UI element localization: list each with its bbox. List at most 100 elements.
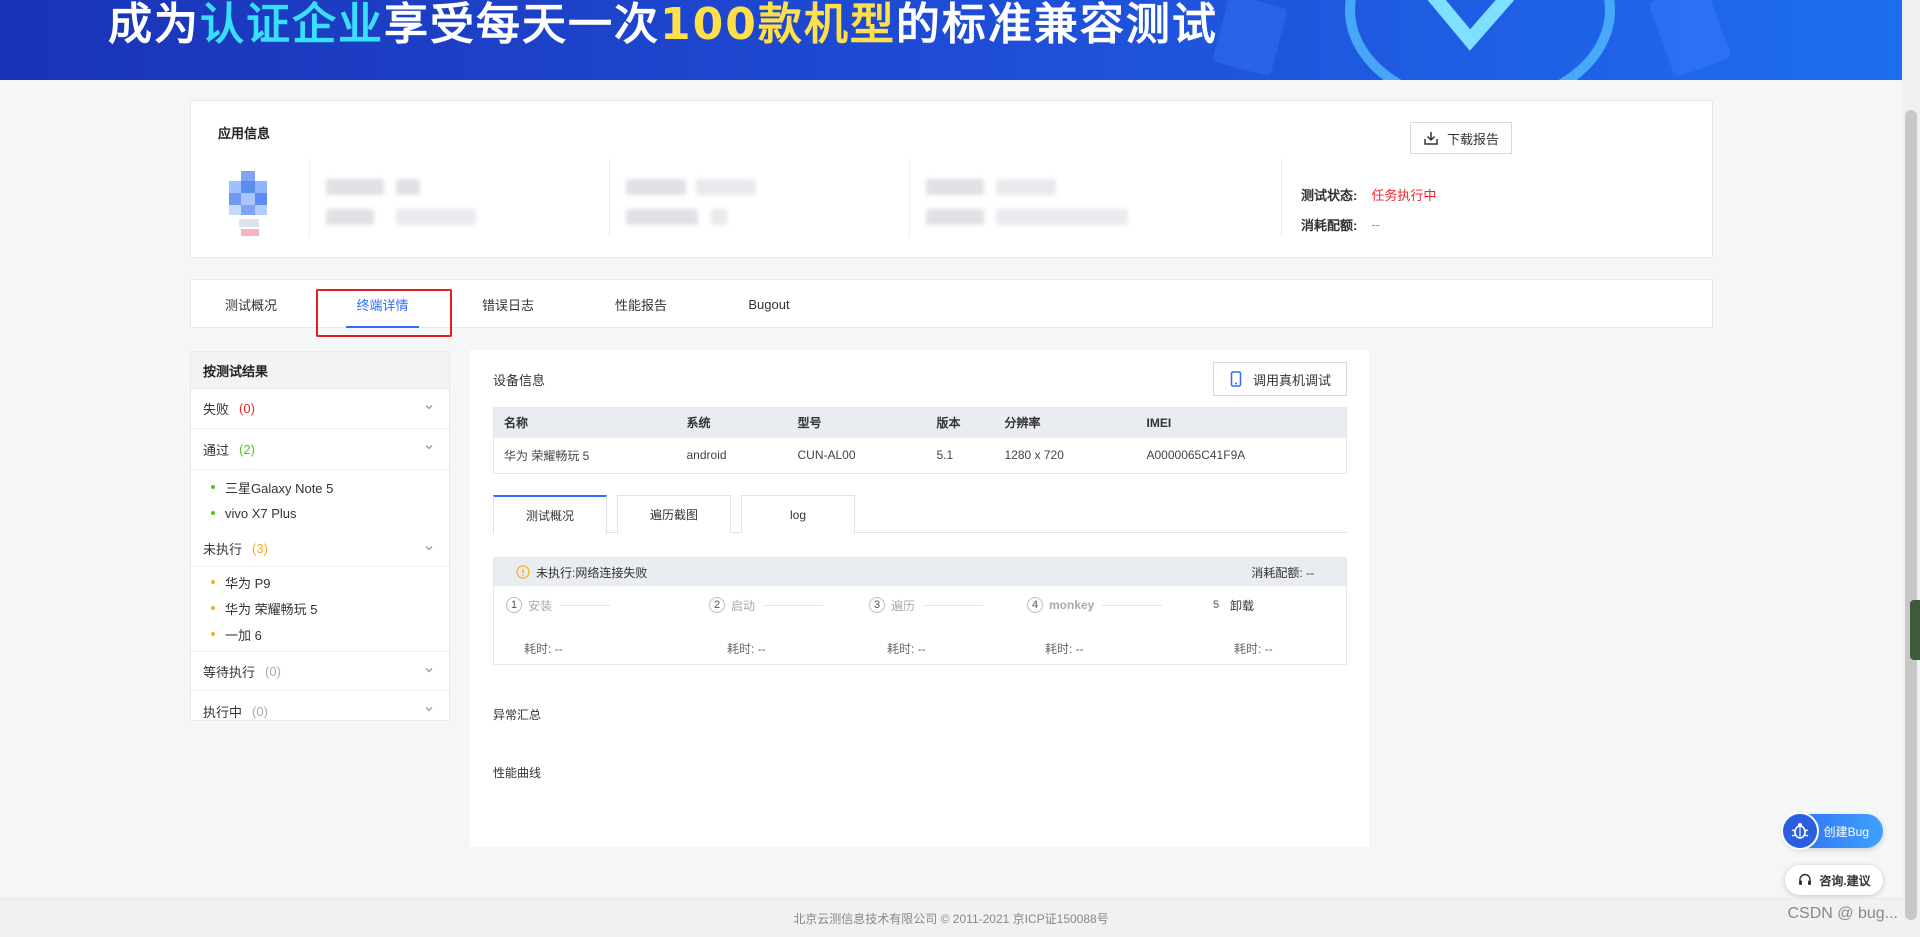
exceptions-summary-title: 异常汇总 bbox=[493, 708, 542, 722]
page-footer: 北京云测信息技术有限公司 © 2011-2021 京ICP证150088号 bbox=[0, 898, 1902, 937]
column-header: 版本 bbox=[926, 407, 995, 438]
promo-banner[interactable]: 成为认证企业享受每天一次100款机型的标准兼容测试 bbox=[0, 0, 1920, 80]
warning-icon bbox=[516, 565, 530, 579]
headset-icon bbox=[1799, 873, 1812, 885]
chevron-down-icon bbox=[425, 668, 433, 673]
divider bbox=[1281, 159, 1282, 237]
step-number: 5 bbox=[1212, 599, 1220, 611]
status-dot bbox=[211, 632, 215, 636]
waiting-count: (0) bbox=[265, 663, 281, 679]
step-label: monkey bbox=[1049, 598, 1095, 612]
step-connector bbox=[560, 604, 611, 606]
group-waiting[interactable]: 等待执行 (0) bbox=[191, 651, 449, 691]
results-filter-panel: 按测试结果 失败 (0) 通过 (2) 三星Galaxy Note 5 vivo… bbox=[190, 351, 450, 721]
scrollbar-thumb[interactable] bbox=[1905, 110, 1917, 920]
tab-bugout[interactable]: Bugout bbox=[717, 280, 821, 328]
tab-performance-report[interactable]: 性能报告 bbox=[589, 280, 693, 328]
create-bug-button[interactable]: 创建Bug bbox=[1781, 812, 1883, 850]
redacted-text bbox=[626, 179, 686, 195]
redacted-text bbox=[626, 209, 698, 225]
step-connector bbox=[923, 604, 984, 606]
subtab-log[interactable]: log bbox=[741, 495, 855, 533]
step-connector bbox=[763, 604, 824, 606]
divider bbox=[609, 159, 610, 237]
step-number: 1 bbox=[506, 597, 522, 613]
column-header: 名称 bbox=[493, 407, 677, 438]
app-info-title: 应用信息 bbox=[218, 126, 271, 141]
page-scrollbar[interactable] bbox=[1902, 0, 1920, 937]
subtab-traversal-screenshots[interactable]: 遍历截图 bbox=[617, 495, 731, 533]
step-label: 启动 bbox=[731, 598, 756, 613]
redacted-text bbox=[396, 209, 476, 225]
passed-count: (2) bbox=[239, 441, 255, 457]
test-status-value: 任务执行中 bbox=[1371, 187, 1437, 203]
device-info-title: 设备信息 bbox=[493, 373, 546, 388]
table-header-row: 名称 系统 型号 版本 分辨率 IMEI bbox=[493, 407, 1347, 438]
step-uninstall: 5 卸载 bbox=[1208, 594, 1254, 616]
phone-icon bbox=[1230, 371, 1242, 387]
step-connector bbox=[1102, 604, 1163, 606]
subtab-test-overview[interactable]: 测试概况 bbox=[493, 495, 607, 534]
step-label: 卸载 bbox=[1230, 598, 1255, 613]
column-header: 系统 bbox=[676, 407, 788, 438]
tab-device-details[interactable]: 终端详情 bbox=[346, 280, 419, 328]
step-label: 遍历 bbox=[891, 598, 916, 613]
status-area: 测试状态: 任务执行中 消耗配额: -- bbox=[1301, 179, 1436, 239]
banner-decoration bbox=[1213, 0, 1731, 80]
table-cell: A0000065C41F9A bbox=[1146, 448, 1246, 463]
step-traverse: 3 遍历 bbox=[869, 594, 984, 616]
device-detail-panel: 设备信息 调用真机调试 名称 系统 型号 版本 分辨率 IMEI 华为 荣耀畅玩… bbox=[470, 350, 1369, 847]
side-widget-handle[interactable] bbox=[1910, 600, 1920, 660]
list-item-device[interactable]: 三星Galaxy Note 5 bbox=[191, 474, 449, 500]
table-cell: android bbox=[686, 448, 727, 463]
download-report-button[interactable]: 下载报告 bbox=[1410, 122, 1512, 154]
tab-error-log[interactable]: 错误日志 bbox=[456, 280, 560, 328]
step-install: 1 安装 bbox=[506, 594, 611, 616]
list-item-device[interactable]: vivo X7 Plus bbox=[191, 500, 449, 526]
group-passed[interactable]: 通过 (2) bbox=[191, 429, 449, 469]
list-item-device[interactable]: 华为 P9 bbox=[191, 569, 449, 595]
execution-status-header: 未执行:网络连接失败 消耗配额: -- bbox=[494, 558, 1346, 586]
list-item-device[interactable]: 华为 荣耀畅玩 5 bbox=[191, 595, 449, 621]
app-info-card: 应用信息 下载报告 测试状态: 任务执行中 消耗配额: -- bbox=[190, 100, 1713, 258]
redacted-text bbox=[996, 209, 1128, 225]
redacted-text bbox=[926, 209, 984, 225]
step-duration: 耗时: -- bbox=[727, 642, 766, 656]
csdn-watermark: CSDN @ bug... bbox=[1787, 905, 1899, 922]
chevron-down-icon bbox=[425, 405, 433, 410]
failed-count: (0) bbox=[239, 401, 255, 416]
step-duration: 耗时: -- bbox=[1234, 642, 1273, 656]
quota-row: 消耗配额: -- bbox=[1301, 209, 1436, 239]
test-status-row: 测试状态: 任务执行中 bbox=[1301, 179, 1436, 209]
group-running[interactable]: 执行中 (0) bbox=[191, 691, 449, 731]
execution-status-text: 未执行:网络连接失败 bbox=[536, 565, 648, 580]
step-label: 安装 bbox=[528, 598, 553, 613]
table-cell: 华为 荣耀畅玩 5 bbox=[504, 448, 590, 463]
table-cell: CUN-AL00 bbox=[797, 448, 856, 463]
step-duration: 耗时: -- bbox=[887, 642, 926, 656]
chevron-down-icon bbox=[425, 546, 433, 551]
remote-debug-button[interactable]: 调用真机调试 bbox=[1213, 362, 1347, 396]
group-failed[interactable]: 失败 (0) bbox=[191, 389, 449, 429]
column-header: 型号 bbox=[787, 407, 927, 438]
step-number: 3 bbox=[869, 597, 885, 613]
banner-headline: 成为认证企业享受每天一次100款机型的标准兼容测试 bbox=[108, 0, 1218, 50]
column-header: 分辨率 bbox=[994, 407, 1137, 438]
consult-feedback-button[interactable]: 咨询.建议 bbox=[1785, 865, 1883, 895]
group-not-executed[interactable]: 未执行 (3) bbox=[191, 530, 449, 566]
download-icon bbox=[1424, 132, 1438, 145]
list-item-device[interactable]: 一加 6 bbox=[191, 621, 449, 647]
performance-curve-title: 性能曲线 bbox=[493, 766, 542, 780]
redacted-text bbox=[996, 179, 1056, 195]
redacted-text bbox=[396, 179, 420, 195]
device-info-table: 名称 系统 型号 版本 分辨率 IMEI 华为 荣耀畅玩 5 android C… bbox=[493, 407, 1347, 474]
table-row: 华为 荣耀畅玩 5 android CUN-AL00 5.1 1280 x 72… bbox=[494, 438, 1347, 474]
redacted-text bbox=[926, 179, 984, 195]
divider bbox=[309, 159, 310, 237]
app-icon bbox=[227, 171, 279, 241]
device-sub-tabs: 测试概况 遍历截图 log bbox=[493, 495, 1347, 534]
tab-test-overview[interactable]: 测试概况 bbox=[199, 280, 303, 328]
status-dot bbox=[211, 511, 215, 515]
report-tab-bar: 测试概况 终端详情 错误日志 性能报告 Bugout bbox=[190, 279, 1713, 328]
status-dot bbox=[211, 606, 215, 610]
